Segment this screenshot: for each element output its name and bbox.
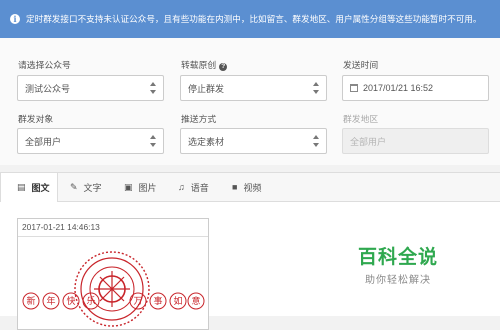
watermark-title: 百科全说 [357, 247, 438, 268]
image-icon: ▣ [124, 181, 133, 192]
region-select: 全部用户 [342, 128, 489, 154]
notice-bar: i 定时群发接口不支持未认证公众号，且有些功能在内测中，比如留言、群发地区、用户… [0, 0, 500, 38]
greeting-char: 新 [26, 295, 35, 306]
greeting-char: 快 [66, 295, 75, 306]
new-year-seal-image: 新年快乐 万 事如意 [22, 251, 205, 327]
tab-news[interactable]: ▤ 图文 [0, 173, 58, 202]
news-card[interactable]: 2017-01-21 14:46:13 新年快乐 万 事如意 [17, 218, 209, 330]
video-icon: ■ [232, 182, 238, 192]
repost-label: 转载原创? [181, 58, 228, 71]
greeting-char: 乐 [86, 295, 95, 306]
form-panel: 请选择公众号 测试公众号 转载原创? 停止群发 发送时间 2017/01/21 … [0, 38, 500, 165]
greeting-char: 事 [153, 295, 162, 306]
send-time-value: 2017/01/21 16:52 [363, 83, 434, 93]
push-mode-label: 推送方式 [181, 114, 217, 124]
send-time-label: 发送时间 [343, 60, 379, 70]
tab-text[interactable]: ✎ 文字 [70, 173, 102, 201]
repost-select[interactable]: 停止群发 [180, 75, 327, 101]
greeting-char: 如 [173, 295, 182, 306]
tab-image-label: 图片 [138, 182, 157, 193]
tab-image[interactable]: ▣ 图片 [124, 173, 157, 201]
tab-news-label: 图文 [31, 183, 50, 193]
editor-panel: ▤ 图文 ✎ 文字 ▣ 图片 ♫ 语音 ■ 视频 2017-01-21 14:4… [0, 172, 500, 330]
account-label: 请选择公众号 [18, 60, 71, 70]
tab-video-label: 视频 [243, 182, 262, 193]
push-mode-value: 选定素材 [188, 136, 225, 147]
repost-value: 停止群发 [188, 83, 225, 94]
edit-icon: ✎ [70, 181, 78, 192]
region-value: 全部用户 [350, 136, 387, 147]
watermark: 百科全说 助你轻松解决 [333, 242, 463, 286]
chevron-updown-icon [313, 135, 319, 147]
target-label: 群发对象 [18, 114, 54, 124]
greeting-char: 年 [46, 295, 55, 306]
region-label: 群发地区 [343, 114, 379, 124]
chevron-updown-icon [313, 82, 319, 94]
greeting-char: 万 [133, 296, 142, 306]
tab-voice-label: 语音 [190, 182, 209, 193]
watermark-subtitle: 助你轻松解决 [365, 275, 431, 286]
repost-label-text: 转载原创 [181, 60, 217, 70]
content-type-tabs: ▤ 图文 ✎ 文字 ▣ 图片 ♫ 语音 ■ 视频 [0, 173, 500, 202]
tab-video[interactable]: ■ 视频 [232, 173, 261, 201]
tab-voice[interactable]: ♫ 语音 [178, 173, 209, 201]
tab-text-label: 文字 [83, 182, 102, 193]
card-timestamp: 2017-01-21 14:46:13 [18, 219, 208, 237]
question-icon[interactable]: ? [219, 63, 228, 71]
chevron-updown-icon [150, 82, 156, 94]
notice-text: 定时群发接口不支持未认证公众号，且有些功能在内测中，比如留言、群发地区、用户属性… [26, 14, 482, 24]
target-value: 全部用户 [25, 136, 62, 147]
calendar-icon [350, 84, 358, 92]
chevron-updown-icon [150, 135, 156, 147]
push-mode-select[interactable]: 选定素材 [180, 128, 327, 154]
info-icon: i [10, 14, 20, 24]
greeting-char: 意 [191, 295, 200, 306]
news-icon: ▤ [17, 182, 26, 192]
account-select[interactable]: 测试公众号 [17, 75, 164, 101]
send-time-input[interactable]: 2017/01/21 16:52 [342, 75, 489, 101]
account-value: 测试公众号 [25, 83, 71, 94]
target-select[interactable]: 全部用户 [17, 128, 164, 154]
music-icon: ♫ [178, 182, 185, 192]
